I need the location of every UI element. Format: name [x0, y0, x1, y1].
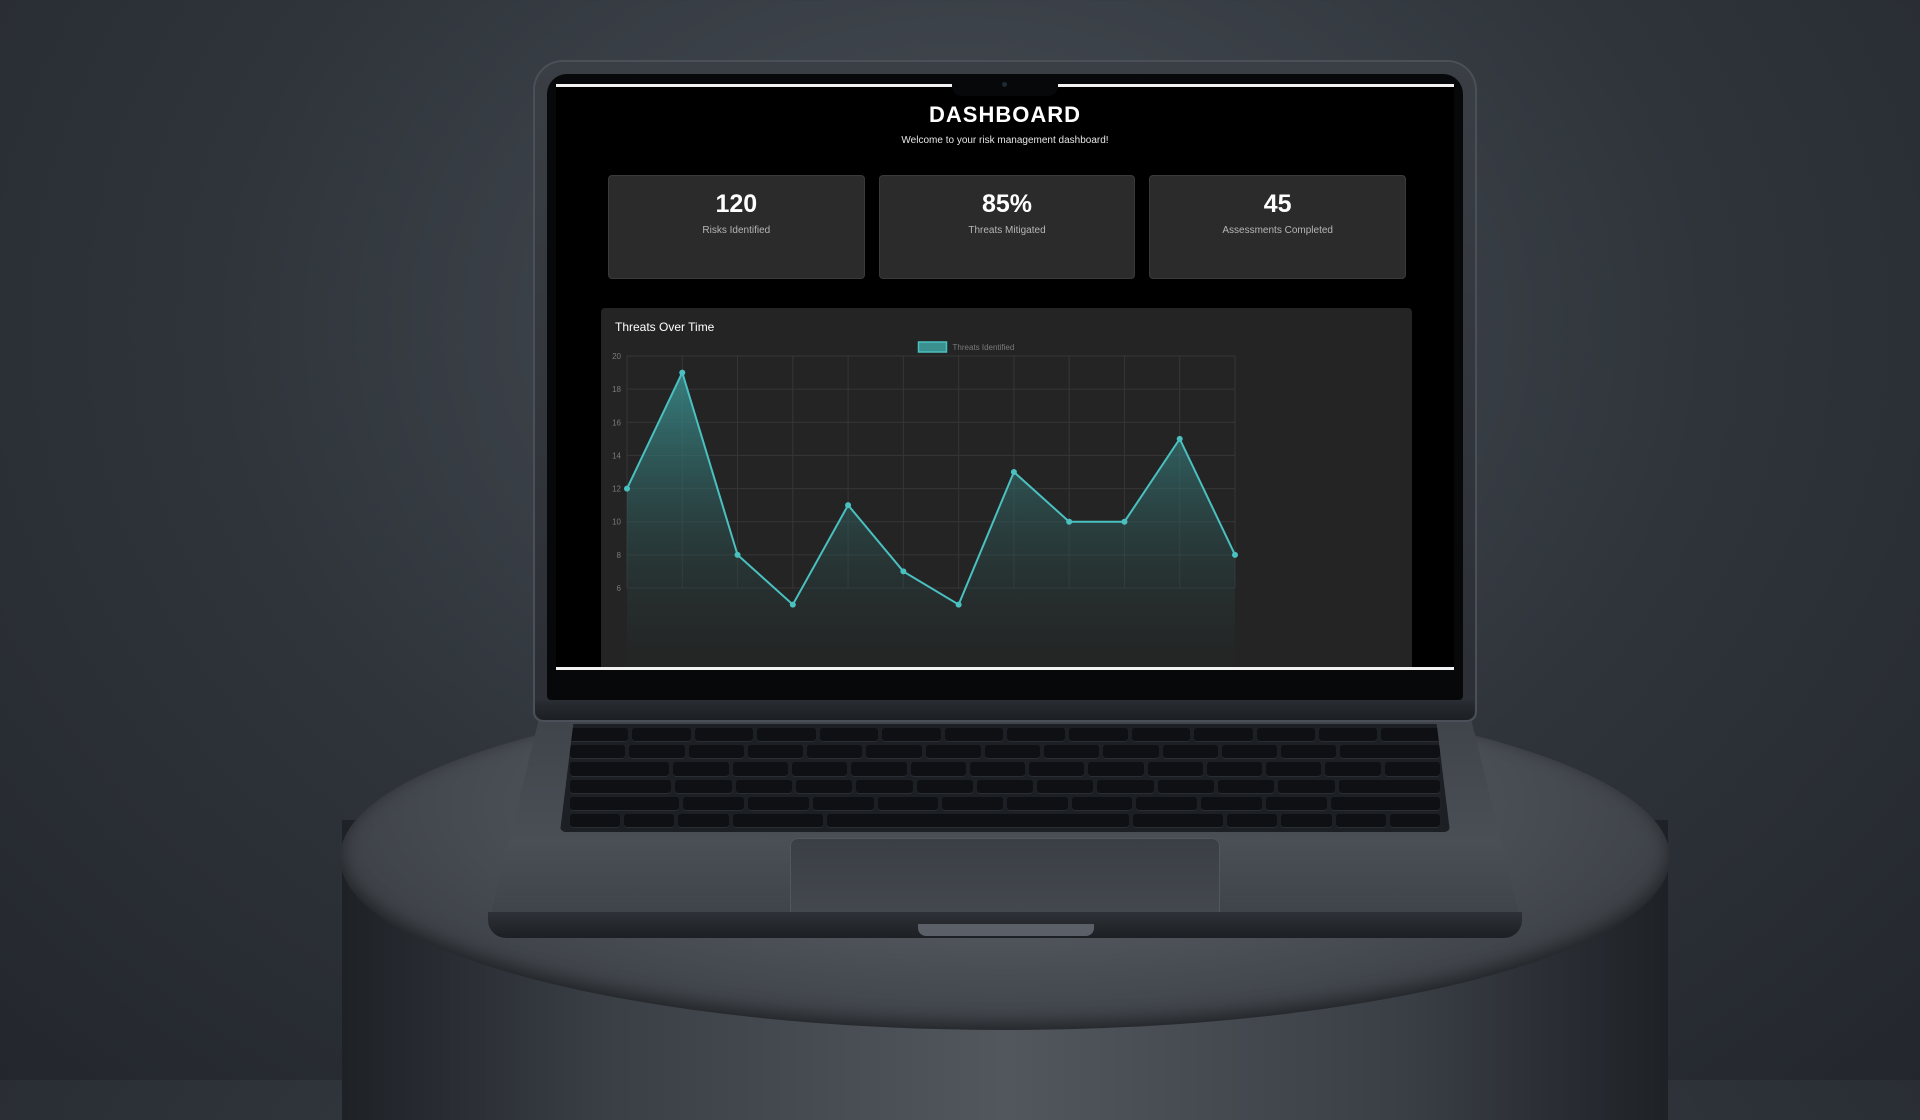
chart-panel: Threats Over Time Threats Identified 681… — [601, 308, 1412, 667]
laptop-hinge — [535, 700, 1475, 720]
keyboard — [560, 724, 1450, 832]
data-point — [1232, 551, 1238, 558]
data-point — [1066, 518, 1073, 525]
y-tick-label: 16 — [612, 418, 621, 427]
y-tick-label: 6 — [617, 584, 622, 593]
y-tick-label: 12 — [612, 485, 621, 494]
camera-notch — [952, 74, 1058, 96]
stats-cards: 120 Risks Identified 85% Threats Mitigat… — [608, 175, 1407, 279]
data-point — [845, 502, 852, 509]
stat-value: 85% — [981, 190, 1033, 218]
y-tick-label: 20 — [612, 352, 621, 361]
stat-label: Assessments Completed — [1222, 225, 1333, 236]
page-subtitle: Welcome to your risk management dashboar… — [901, 135, 1109, 146]
stat-card-threats: 85% Threats Mitigated — [878, 175, 1136, 279]
page-title: DASHBOARD — [929, 102, 1081, 127]
stat-card-risks: 120 Risks Identified — [608, 175, 865, 279]
stat-label: Risks Identified — [702, 225, 771, 236]
legend-swatch — [917, 341, 948, 353]
data-point — [1176, 435, 1183, 442]
y-tick-label: 14 — [612, 451, 621, 460]
stat-value: 45 — [1263, 190, 1292, 218]
stat-label: Threats Mitigated — [968, 225, 1046, 236]
y-tick-label: 18 — [612, 385, 621, 394]
stat-value: 120 — [715, 190, 758, 218]
data-point — [734, 551, 741, 558]
y-tick-label: 8 — [617, 551, 622, 560]
data-point — [789, 601, 796, 608]
legend-label: Threats Identified — [953, 343, 1015, 352]
data-point — [679, 369, 686, 376]
data-point — [624, 485, 630, 492]
laptop-lip — [918, 924, 1094, 936]
data-point — [955, 601, 962, 608]
data-point — [1010, 469, 1017, 475]
stat-card-assessments: 45 Assessments Completed — [1149, 175, 1407, 279]
trackpad — [790, 838, 1220, 918]
y-tick-label: 10 — [612, 518, 621, 527]
laptop-screen: DASHBOARD Welcome to your risk managemen… — [556, 84, 1454, 670]
data-point — [1121, 518, 1128, 525]
threats-chart: Threats Identified 6 8 10 12 14 16 18 20 — [612, 341, 1238, 667]
camera-icon — [1002, 82, 1007, 87]
data-point — [900, 568, 907, 575]
